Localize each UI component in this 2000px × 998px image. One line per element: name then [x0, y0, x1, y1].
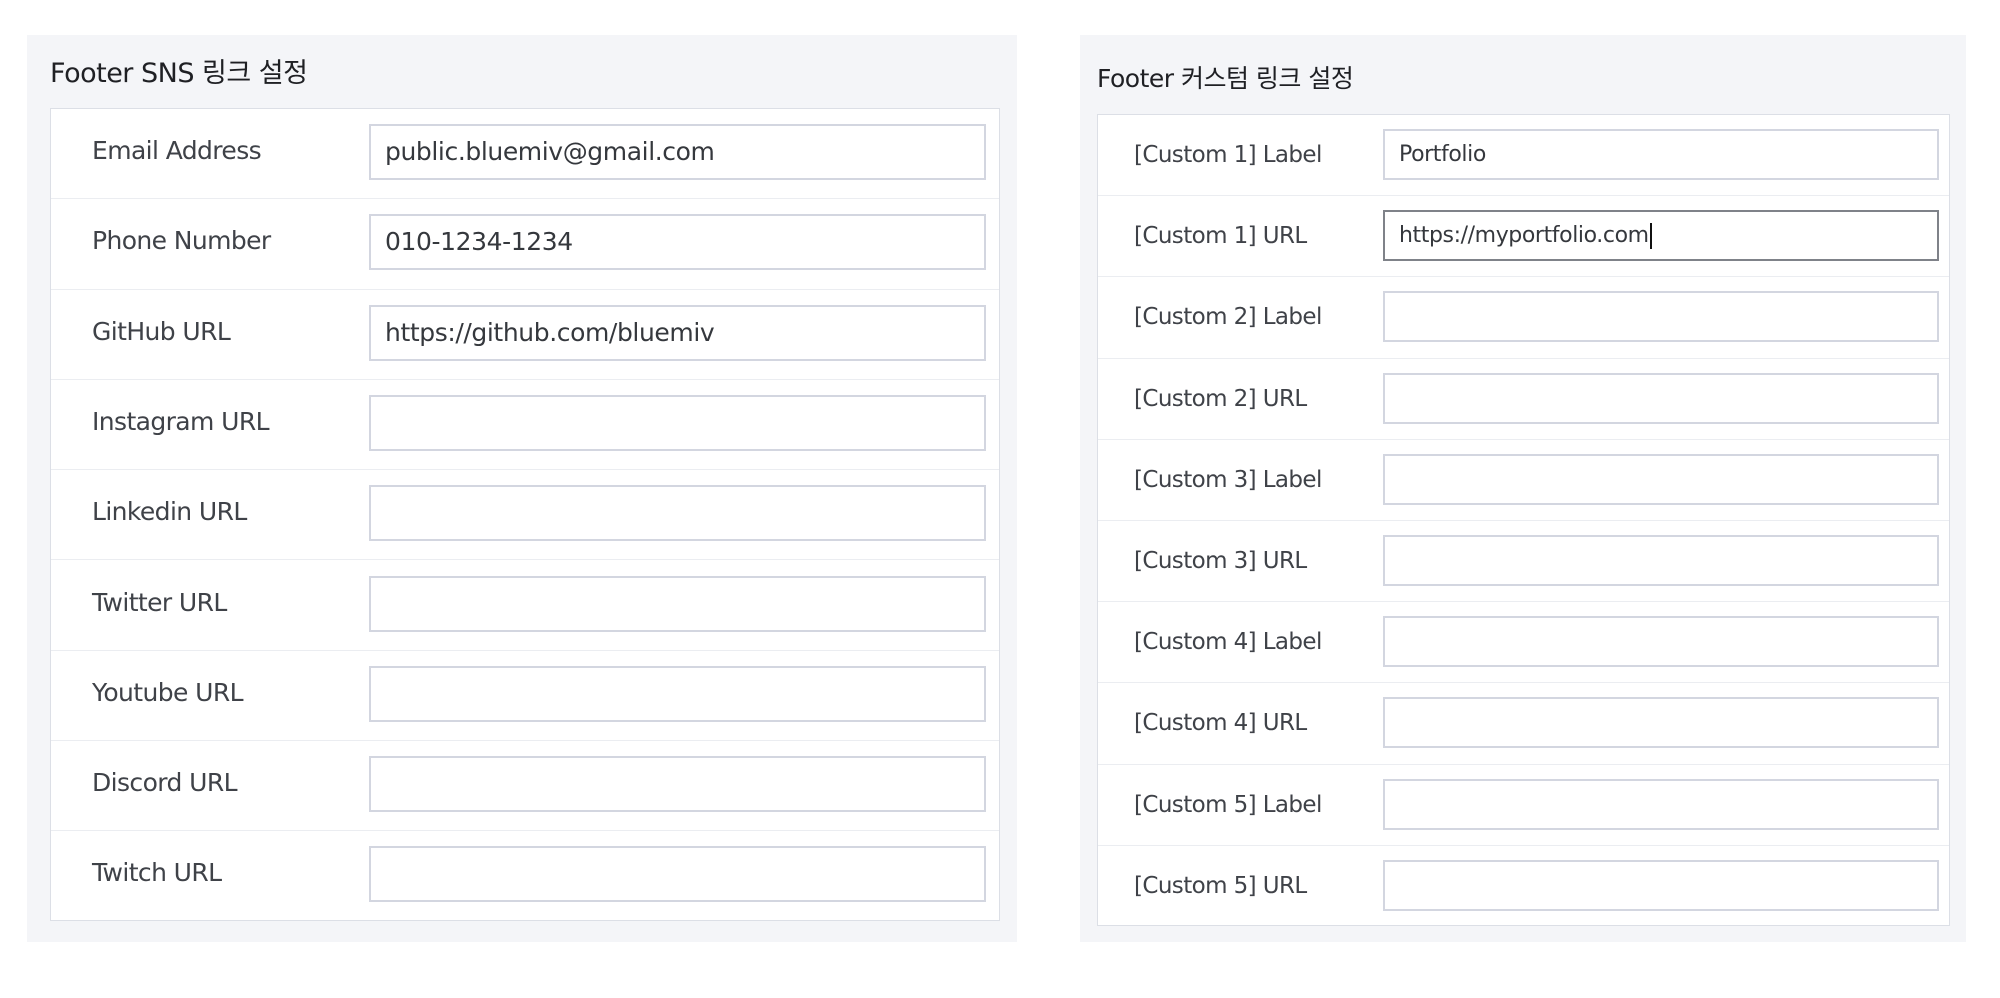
footer-custom-settings-panel: Footer 커스텀 링크 설정 [Custom 1] Label Portfo…: [1080, 35, 1966, 942]
twitter-url-label: Twitter URL: [92, 587, 227, 617]
custom-1-label-label: [Custom 1] Label: [1134, 142, 1322, 168]
custom-1-url-value: https://myportfolio.com: [1399, 223, 1649, 249]
sns-row-discord: Discord URL: [51, 741, 999, 832]
custom-1-url-input[interactable]: https://myportfolio.com: [1383, 210, 1939, 262]
custom-2-url-label: [Custom 2] URL: [1134, 385, 1307, 412]
youtube-url-label: Youtube URL: [92, 677, 244, 707]
custom-5-url-label: [Custom 5] URL: [1134, 872, 1307, 899]
text-caret: [1649, 223, 1652, 250]
linkedin-url-input[interactable]: [369, 485, 986, 542]
instagram-url-input[interactable]: [369, 394, 986, 451]
custom-row-5-label: [Custom 5] Label: [1098, 765, 1949, 846]
sns-row-phone: Phone Number 010-1234-1234: [51, 199, 999, 290]
custom-5-label-input[interactable]: [1383, 778, 1939, 830]
custom-row-4-label: [Custom 4] Label: [1098, 602, 1949, 684]
twitch-url-input[interactable]: [369, 846, 986, 903]
footer-custom-title: Footer 커스텀 링크 설정: [1097, 64, 1354, 93]
instagram-url-label: Instagram URL: [92, 406, 270, 436]
twitch-url-label: Twitch URL: [92, 858, 222, 888]
github-url-label: GitHub URL: [92, 316, 231, 346]
custom-4-url-label: [Custom 4] URL: [1134, 710, 1307, 737]
custom-row-1-label: [Custom 1] Label Portfolio: [1098, 115, 1949, 197]
custom-row-1-url: [Custom 1] URL https://myportfolio.com: [1098, 196, 1949, 278]
sns-row-linkedin: Linkedin URL: [51, 470, 999, 561]
custom-3-label-input[interactable]: [1383, 453, 1939, 505]
phone-number-label: Phone Number: [92, 226, 271, 256]
phone-number-input[interactable]: 010-1234-1234: [369, 214, 986, 271]
custom-link-table: [Custom 1] Label Portfolio [Custom 1] UR…: [1097, 114, 1950, 926]
custom-3-url-input[interactable]: [1383, 535, 1939, 586]
footer-sns-title: Footer SNS 링크 설정: [50, 58, 308, 89]
custom-1-label-input[interactable]: Portfolio: [1383, 129, 1939, 180]
email-address-label: Email Address: [92, 136, 262, 165]
custom-2-label-label: [Custom 2] Label: [1134, 304, 1322, 331]
custom-row-3-url: [Custom 3] URL: [1098, 521, 1949, 603]
custom-row-2-label: [Custom 2] Label: [1098, 277, 1949, 359]
custom-4-url-input[interactable]: [1383, 697, 1939, 749]
youtube-url-input[interactable]: [369, 665, 986, 722]
custom-3-label-label: [Custom 3] Label: [1134, 466, 1322, 493]
sns-row-instagram: Instagram URL: [51, 380, 999, 471]
email-address-input[interactable]: public.bluemiv@gmail.com: [369, 124, 986, 180]
sns-row-email: Email Address public.bluemiv@gmail.com: [51, 109, 999, 200]
footer-sns-settings-panel: Footer SNS 링크 설정 Email Address public.bl…: [27, 35, 1017, 942]
linkedin-url-label: Linkedin URL: [92, 497, 247, 527]
custom-5-url-input[interactable]: [1383, 859, 1939, 911]
discord-url-label: Discord URL: [92, 768, 238, 798]
custom-1-url-label: [Custom 1] URL: [1134, 223, 1307, 250]
discord-url-input[interactable]: [369, 756, 986, 813]
custom-row-2-url: [Custom 2] URL: [1098, 359, 1949, 440]
custom-row-3-label: [Custom 3] Label: [1098, 440, 1949, 521]
sns-link-table: Email Address public.bluemiv@gmail.com P…: [50, 108, 1000, 921]
custom-row-5-url: [Custom 5] URL: [1098, 846, 1949, 927]
custom-2-label-input[interactable]: [1383, 291, 1939, 343]
github-url-input[interactable]: https://github.com/bluemiv: [369, 304, 986, 361]
custom-2-url-input[interactable]: [1383, 372, 1939, 424]
sns-row-twitter: Twitter URL: [51, 561, 999, 651]
twitter-url-input[interactable]: [369, 575, 986, 632]
sns-row-github: GitHub URL https://github.com/bluemiv: [51, 290, 999, 380]
custom-5-label-label: [Custom 5] Label: [1134, 791, 1322, 818]
sns-row-youtube: Youtube URL: [51, 651, 999, 742]
custom-4-label-input[interactable]: [1383, 616, 1939, 668]
custom-3-url-label: [Custom 3] URL: [1134, 548, 1307, 574]
sns-row-twitch: Twitch URL: [51, 831, 999, 921]
custom-row-4-url: [Custom 4] URL: [1098, 683, 1949, 765]
custom-4-label-label: [Custom 4] Label: [1134, 629, 1322, 656]
